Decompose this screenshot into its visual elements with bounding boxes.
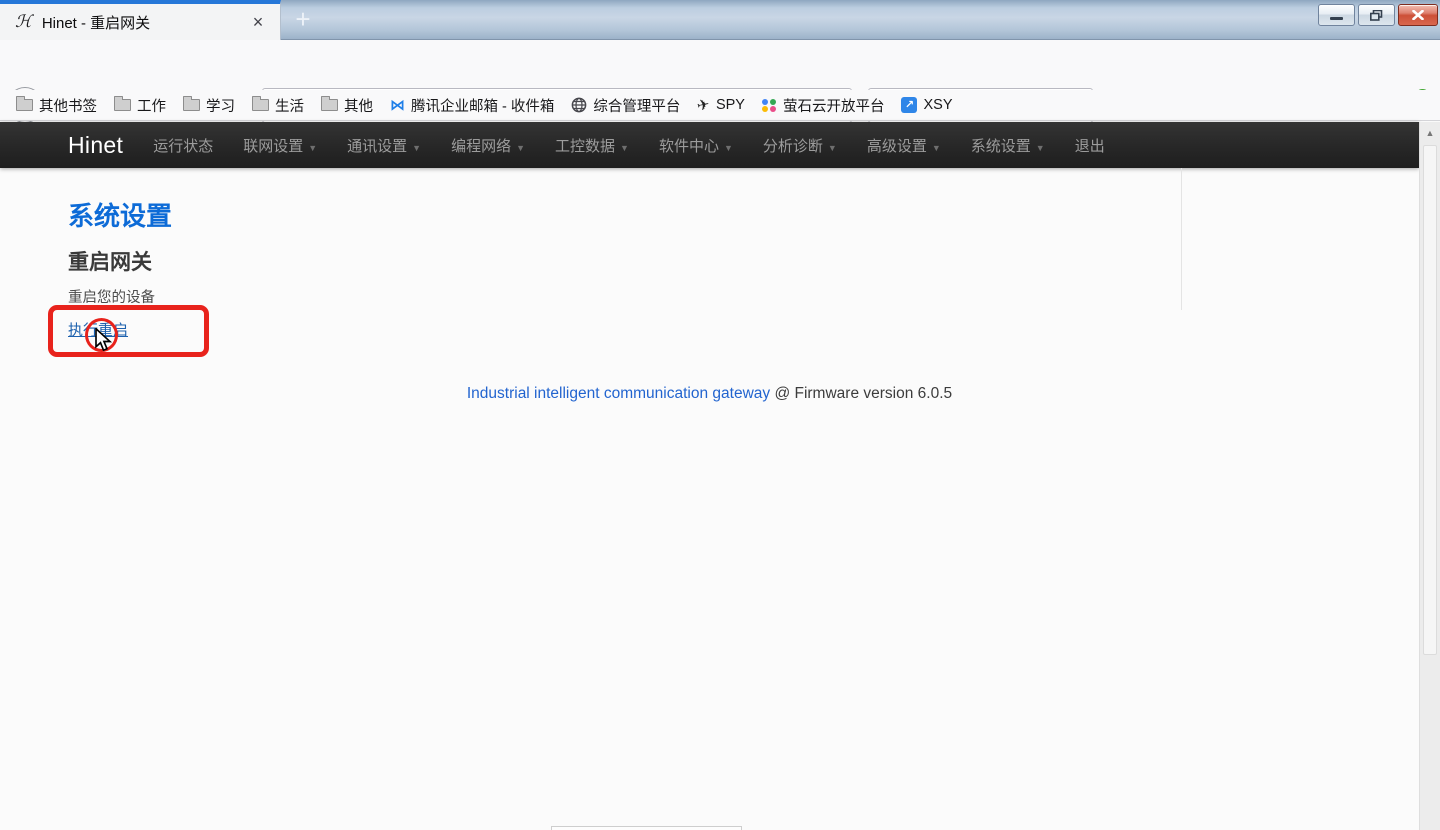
minimize-button[interactable]	[1318, 4, 1355, 26]
gateway-footer-link[interactable]: Industrial intelligent communication gat…	[467, 385, 770, 402]
scroll-up-arrow-icon[interactable]: ▲	[1420, 122, 1440, 138]
nav-item-software-center[interactable]: 软件中心 ▼	[659, 135, 733, 156]
folder-icon	[114, 99, 131, 111]
firmware-version-text: @ Firmware version 6.0.5	[770, 385, 952, 402]
reboot-description: 重启您的设备	[68, 286, 155, 307]
color-dots-icon	[762, 99, 777, 112]
bookmark-folder-life[interactable]: 生活	[252, 95, 304, 116]
bookmark-label: XSY	[923, 97, 952, 113]
bookmark-folder-other-bookmarks[interactable]: 其他书签	[16, 95, 97, 116]
restore-button[interactable]	[1358, 4, 1395, 26]
page-scrollbar[interactable]: ▲	[1419, 122, 1440, 830]
chevron-down-icon: ▼	[932, 143, 941, 153]
minimize-icon	[1330, 17, 1343, 20]
bookmark-label: 腾讯企业邮箱 - 收件箱	[411, 95, 554, 116]
bookmark-label: 其他	[344, 95, 373, 116]
nav-item-logout[interactable]: 退出	[1075, 135, 1105, 156]
bookmark-spy[interactable]: ✈ SPY	[697, 96, 745, 114]
plane-icon: ✈	[696, 95, 712, 115]
bookmark-folder-work[interactable]: 工作	[114, 95, 166, 116]
nav-item-communication-settings[interactable]: 通讯设置 ▼	[347, 135, 421, 156]
bookmark-label: 萤石云开放平台	[783, 95, 885, 116]
folder-icon	[183, 99, 200, 111]
page-title: 重启网关	[68, 246, 152, 276]
new-tab-button[interactable]: +	[284, 5, 322, 36]
window-titlebar: ℋ Hinet - 重启网关 × +	[0, 0, 1440, 40]
scrollbar-thumb[interactable]	[1423, 145, 1437, 655]
close-button[interactable]	[1398, 4, 1438, 26]
nav-item-programming-network[interactable]: 编程网络 ▼	[451, 135, 525, 156]
window-controls	[1318, 4, 1438, 26]
chevron-down-icon: ▼	[724, 143, 733, 153]
bottom-partial-element	[551, 826, 742, 830]
mouse-cursor-icon	[94, 328, 113, 352]
tab-title: Hinet - 重启网关	[42, 12, 150, 33]
page-content: Hinet 运行状态 联网设置 ▼ 通讯设置 ▼ 编程网络 ▼ 工控数据 ▼ 软…	[0, 122, 1419, 830]
chevron-down-icon: ▼	[828, 143, 837, 153]
bookmark-folder-study[interactable]: 学习	[183, 95, 235, 116]
bookmark-label: 生活	[275, 95, 304, 116]
tencent-mail-icon: ⋈	[390, 96, 405, 114]
bookmark-label: SPY	[716, 97, 745, 113]
site-favicon-icon: ℋ	[15, 12, 32, 32]
nav-item-network-settings[interactable]: 联网设置 ▼	[243, 135, 317, 156]
chevron-down-icon: ▼	[308, 143, 317, 153]
xsy-icon: ↗	[901, 97, 917, 113]
nav-item-analysis-diagnosis[interactable]: 分析诊断 ▼	[763, 135, 837, 156]
globe-icon	[571, 97, 587, 113]
chevron-down-icon: ▼	[516, 143, 525, 153]
bookmark-tencent-mail[interactable]: ⋈ 腾讯企业邮箱 - 收件箱	[390, 95, 554, 116]
browser-tab-active[interactable]: ℋ Hinet - 重启网关 ×	[0, 0, 281, 40]
bookmark-label: 其他书签	[39, 95, 97, 116]
nav-item-system-settings[interactable]: 系统设置 ▼	[971, 135, 1045, 156]
bookmark-ezviz-platform[interactable]: 萤石云开放平台	[762, 95, 885, 116]
bookmark-xsy[interactable]: ↗ XSY	[901, 97, 952, 113]
bookmark-folder-misc[interactable]: 其他	[321, 95, 373, 116]
chevron-down-icon: ▼	[412, 143, 421, 153]
section-title: 系统设置	[68, 196, 172, 233]
folder-icon	[16, 99, 33, 111]
nav-item-industrial-data[interactable]: 工控数据 ▼	[555, 135, 629, 156]
bookmark-label: 学习	[206, 95, 235, 116]
site-navbar: Hinet 运行状态 联网设置 ▼ 通讯设置 ▼ 编程网络 ▼ 工控数据 ▼ 软…	[0, 122, 1419, 168]
nav-item-advanced-settings[interactable]: 高级设置 ▼	[867, 135, 941, 156]
folder-icon	[321, 99, 338, 111]
restore-icon	[1370, 10, 1383, 21]
close-icon	[1412, 10, 1424, 20]
browser-toolbar: ← → 192.168.9.99/cgi-bin/luci/;stok=489f…	[0, 40, 1440, 90]
bookmark-label: 工作	[137, 95, 166, 116]
chevron-down-icon: ▼	[1036, 143, 1045, 153]
site-logo[interactable]: Hinet	[68, 132, 123, 159]
content-divider	[1181, 168, 1182, 310]
bookmarks-bar: 其他书签 工作 学习 生活 其他 ⋈ 腾讯企业邮箱 - 收件箱 综合管理平台 ✈…	[0, 90, 1440, 121]
chevron-down-icon: ▼	[620, 143, 629, 153]
folder-icon	[252, 99, 269, 111]
bookmark-management-platform[interactable]: 综合管理平台	[571, 95, 680, 116]
bookmark-label: 综合管理平台	[593, 95, 680, 116]
tab-close-icon[interactable]: ×	[247, 12, 269, 34]
page-footer: Industrial intelligent communication gat…	[0, 385, 1419, 403]
nav-item-running-status[interactable]: 运行状态	[153, 135, 213, 156]
